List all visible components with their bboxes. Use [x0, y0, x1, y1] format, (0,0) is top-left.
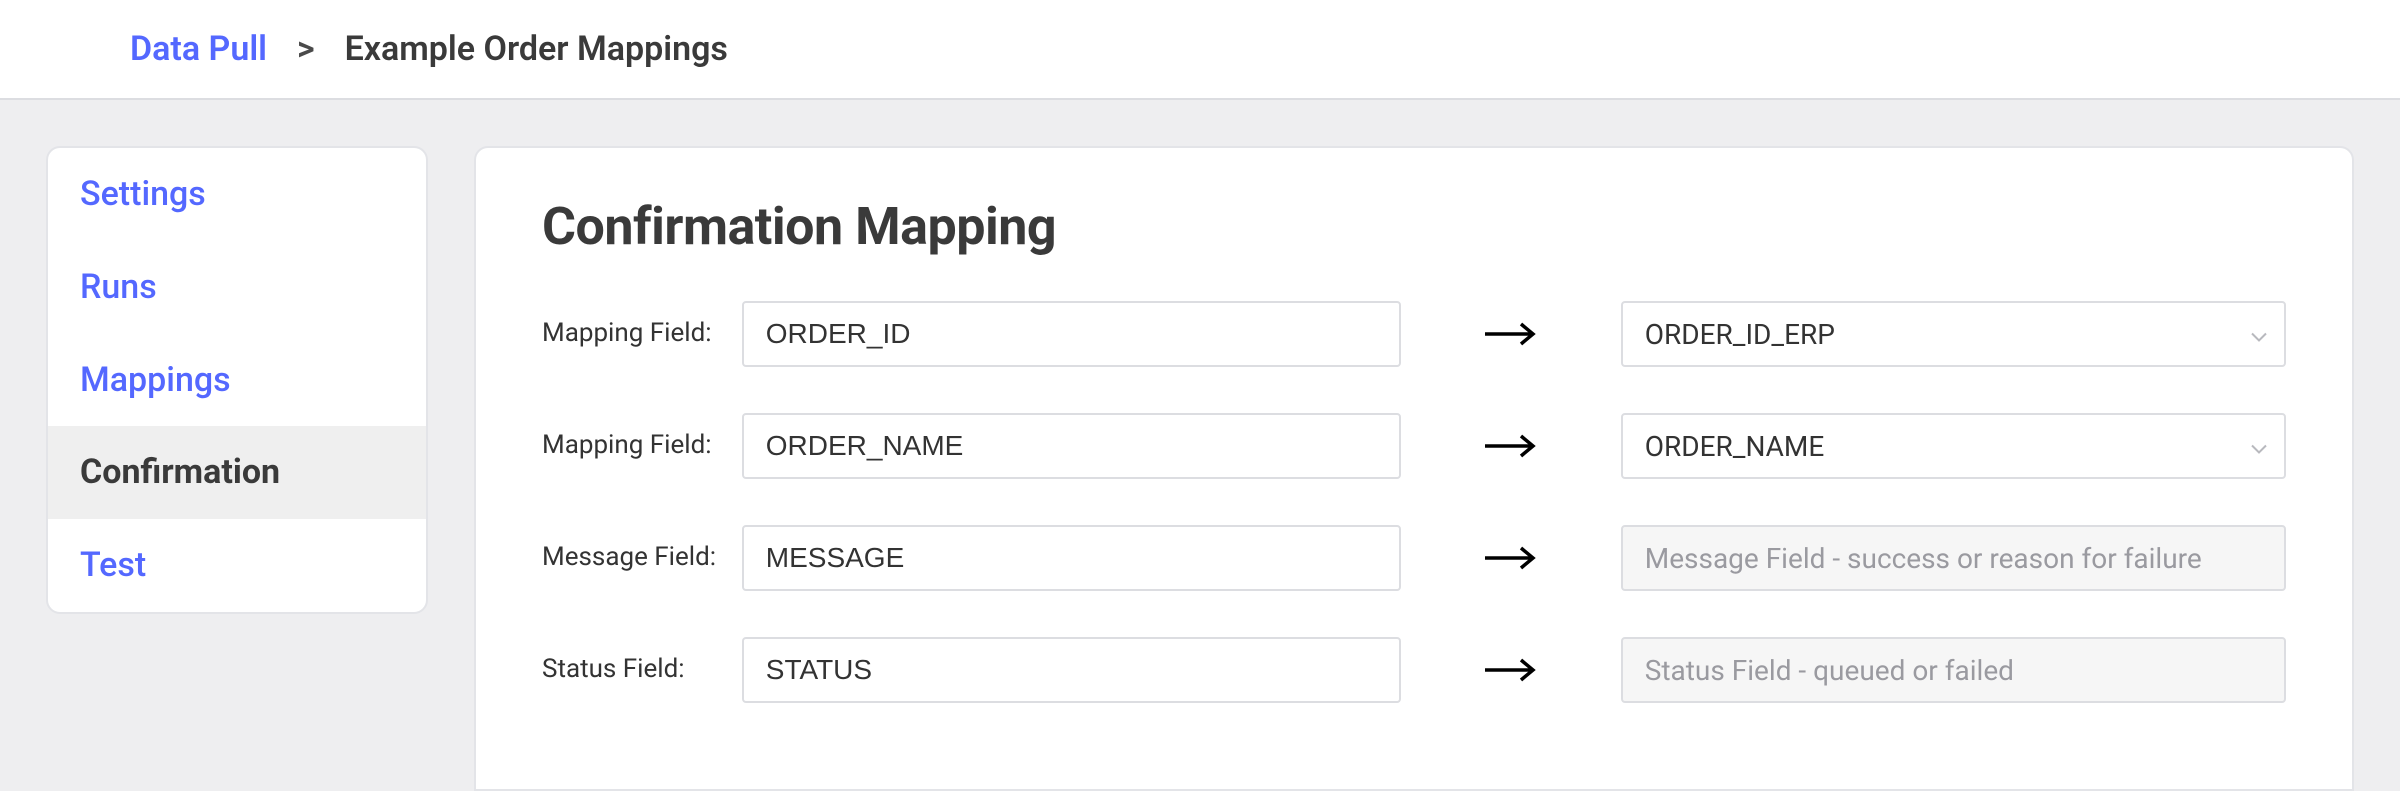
select-value: ORDER_NAME	[1645, 430, 1825, 463]
message-source-input[interactable]	[742, 525, 1401, 591]
mapping-row: Mapping Field: ORDER_ID_ERP	[542, 301, 2286, 367]
mapping-row: Status Field: Status Field - queued or f…	[542, 637, 2286, 703]
message-target-disabled: Message Field - success or reason for fa…	[1621, 525, 2286, 591]
status-target-disabled: Status Field - queued or failed	[1621, 637, 2286, 703]
chevron-down-icon	[2250, 430, 2268, 463]
panel-title: Confirmation Mapping	[542, 196, 2286, 257]
workarea: Settings Runs Mappings Confirmation Test…	[0, 100, 2400, 791]
sidebar-item-mappings[interactable]: Mappings	[48, 334, 426, 427]
arrow-right-icon	[1401, 320, 1621, 348]
row-label: Mapping Field:	[542, 428, 742, 463]
arrow-right-icon	[1401, 656, 1621, 684]
arrow-right-icon	[1401, 432, 1621, 460]
sidebar-item-confirmation[interactable]: Confirmation	[48, 426, 426, 519]
sidebar-item-settings[interactable]: Settings	[48, 148, 426, 241]
breadcrumb-current: Example Order Mappings	[345, 29, 728, 69]
sidebar-item-runs[interactable]: Runs	[48, 241, 426, 334]
mapping-target-select[interactable]: ORDER_ID_ERP	[1621, 301, 2286, 367]
breadcrumb-separator: >	[297, 29, 315, 69]
mapping-target-select[interactable]: ORDER_NAME	[1621, 413, 2286, 479]
select-value: ORDER_ID_ERP	[1645, 318, 1835, 351]
mapping-source-input[interactable]	[742, 413, 1401, 479]
mapping-row: Message Field: Message Field - success o…	[542, 525, 2286, 591]
breadcrumb: Data Pull > Example Order Mappings	[0, 0, 2400, 100]
disabled-placeholder: Message Field - success or reason for fa…	[1645, 542, 2202, 575]
chevron-down-icon	[2250, 318, 2268, 351]
breadcrumb-root-link[interactable]: Data Pull	[130, 29, 267, 69]
mapping-row: Mapping Field: ORDER_NAME	[542, 413, 2286, 479]
mapping-source-input[interactable]	[742, 301, 1401, 367]
sidebar: Settings Runs Mappings Confirmation Test	[46, 146, 428, 614]
status-source-input[interactable]	[742, 637, 1401, 703]
arrow-right-icon	[1401, 544, 1621, 572]
row-label: Status Field:	[542, 652, 742, 687]
sidebar-item-test[interactable]: Test	[48, 519, 426, 612]
row-label: Mapping Field:	[542, 316, 742, 351]
main-panel: Confirmation Mapping Mapping Field: ORDE…	[474, 146, 2354, 791]
row-label: Message Field:	[542, 540, 742, 575]
disabled-placeholder: Status Field - queued or failed	[1645, 654, 2014, 687]
